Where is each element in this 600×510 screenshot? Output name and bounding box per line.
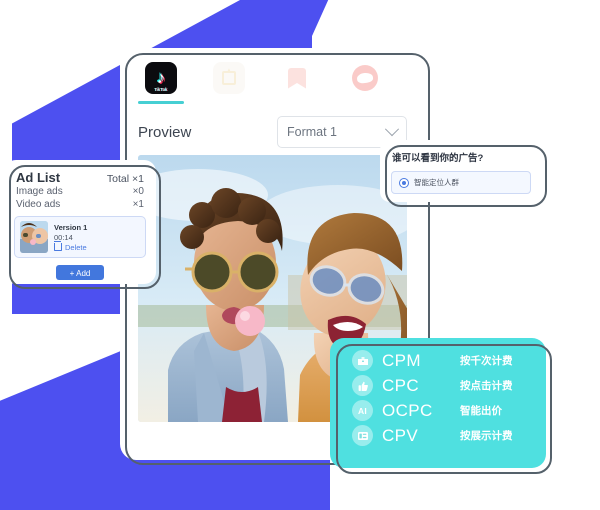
tab-tiktok[interactable]: ♪ TikTok	[138, 62, 184, 104]
version-name: Version 1	[54, 222, 88, 232]
billing-code-cpc: CPC	[382, 375, 420, 395]
version-item[interactable]: Version 1 00:14 Delete	[14, 216, 146, 258]
video-ads-label: Video ads	[16, 199, 61, 210]
billing-row-cpv[interactable]: CPV 按展示计费	[352, 425, 546, 446]
tiktok-icon: ♪ TikTok	[145, 62, 177, 94]
delete-version-button[interactable]: Delete	[53, 241, 87, 252]
ai-icon: AI	[352, 400, 373, 421]
ad-list-header: Ad List Total ×1	[4, 160, 156, 185]
billing-desc-cpc: 按点击计费	[460, 380, 513, 392]
app-tab-bar: ♪ TikTok ▲	[120, 48, 425, 104]
billing-row-cpc[interactable]: CPC 按点击计费	[352, 375, 546, 396]
trash-icon	[53, 241, 62, 251]
briefcase-icon	[352, 350, 373, 371]
billing-desc-cpm: 按千次计费	[460, 355, 513, 367]
billing-code-cpm: CPM	[382, 350, 421, 370]
tab-app-4[interactable]	[342, 62, 388, 104]
ad-list-title: Ad List	[16, 170, 61, 185]
video-ads-count: ×1	[132, 199, 144, 210]
billing-row-ocpc[interactable]: AI OCPC 智能出价	[352, 400, 546, 421]
billing-code-cpv: CPV	[382, 425, 419, 445]
image-ads-count: ×0	[132, 186, 144, 197]
add-ad-button[interactable]: + Add	[56, 265, 104, 280]
tab-app-3[interactable]	[274, 62, 320, 104]
audience-option-label: 智能定位人群	[414, 178, 459, 187]
billing-desc-cpv: 按展示计费	[460, 430, 513, 442]
tab-active-underline	[138, 101, 184, 104]
list-icon	[352, 425, 373, 446]
preview-label: Proview	[138, 123, 192, 141]
tiktok-wordmark: TikTok	[154, 87, 168, 92]
ad-list-total-label: Total	[106, 173, 130, 185]
ad-list-total: Total ×1	[107, 173, 144, 185]
billing-model-card: CPM 按千次计费 CPC 按点击计费 AI OCPC 智能出价 CPV 按展示…	[330, 338, 552, 474]
ad-list-card: Ad List Total ×1 Image ads ×0 Video ads …	[4, 160, 161, 289]
billing-desc-ocpc: 智能出价	[460, 405, 502, 417]
audience-question: 谁可以看到你的广告?	[392, 153, 484, 164]
format-select-value: Format 1	[287, 125, 338, 139]
billing-row-cpm[interactable]: CPM 按千次计费	[352, 350, 546, 371]
billing-code-ocpc: OCPC	[382, 400, 433, 420]
tab-app-2[interactable]: ▲	[206, 62, 252, 104]
billing-model-list: CPM 按千次计费 CPC 按点击计费 AI OCPC 智能出价 CPV 按展示…	[330, 338, 546, 446]
ad-list-row-video-ads: Video ads ×1	[4, 198, 156, 211]
ad-list-row-image-ads: Image ads ×0	[4, 185, 156, 198]
tab-underline-4	[342, 101, 388, 104]
version-thumbnail	[20, 221, 48, 253]
audience-option-smart-targeting[interactable]: 智能定位人群	[391, 171, 531, 194]
ad-list-total-value: ×1	[132, 173, 144, 185]
toutiao-app-icon	[349, 62, 381, 94]
audience-targeting-card: 谁可以看到你的广告? 智能定位人群	[380, 140, 547, 207]
tab-underline-2	[206, 101, 252, 104]
image-ads-label: Image ads	[16, 186, 63, 197]
version-meta: Version 1 00:14 Delete	[53, 221, 88, 253]
chevron-down-icon	[384, 122, 400, 137]
bookmark-app-icon	[281, 62, 313, 94]
tab-underline-3	[274, 101, 320, 104]
thumbs-up-icon	[352, 375, 373, 396]
camera-app-icon: ▲	[213, 62, 245, 94]
delete-label: Delete	[65, 242, 87, 252]
radio-selected-icon[interactable]	[399, 177, 409, 188]
